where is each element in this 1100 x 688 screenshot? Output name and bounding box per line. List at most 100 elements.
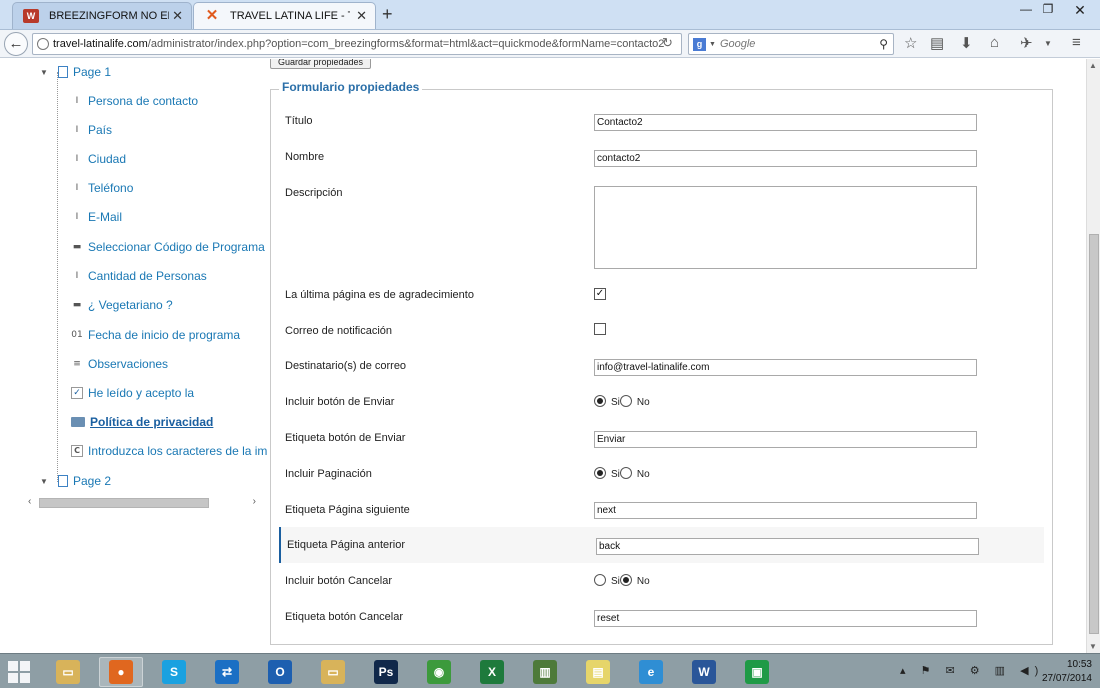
pagina-siguiente-input[interactable] xyxy=(594,502,977,519)
correo-notificacion-checkbox[interactable] xyxy=(594,323,606,335)
scroll-right-arrow-icon[interactable]: › xyxy=(253,496,256,507)
pagina-anterior-label: Etiqueta Página anterior xyxy=(287,539,406,551)
etiqueta-cancelar-input[interactable] xyxy=(594,610,977,627)
incluir-cancelar-si-radio[interactable] xyxy=(594,574,606,586)
reload-icon[interactable]: ↻ xyxy=(662,35,673,51)
taskbar-charts-app-icon[interactable]: ▥ xyxy=(523,657,567,687)
incluir-cancelar-label: Incluir botón Cancelar xyxy=(285,575,393,587)
taskbar-internet-explorer-icon[interactable]: e xyxy=(629,657,673,687)
tree-item[interactable]: ✓ He leído y acepto la xyxy=(71,386,194,400)
home-icon[interactable]: ⌂ xyxy=(990,34,999,51)
search-icon[interactable]: ⚲ xyxy=(879,37,888,51)
destinatarios-input[interactable] xyxy=(594,359,977,376)
ultima-pagina-checkbox[interactable]: ✓ xyxy=(594,288,606,300)
folder-icon: ▭ xyxy=(321,660,345,684)
tree-item[interactable]: ▬ ¿ Vegetariano ? xyxy=(71,298,173,312)
descripcion-textarea[interactable] xyxy=(594,186,977,269)
windows-start-icon[interactable] xyxy=(8,661,30,683)
save-properties-button[interactable]: Guardar propiedades xyxy=(270,59,372,69)
tree-page-2[interactable]: ▼ Page 2 xyxy=(40,474,111,488)
tree-item[interactable]: ≡ Observaciones xyxy=(71,357,168,371)
maximize-window-icon[interactable]: ❐ xyxy=(1034,2,1062,16)
scroll-thumb[interactable] xyxy=(39,498,209,508)
taskbar-word-icon[interactable]: W xyxy=(682,657,726,687)
taskbar-file-explorer-icon[interactable]: ▭ xyxy=(46,657,90,687)
tree-item-label: Persona de contacto xyxy=(88,94,199,108)
scroll-up-arrow-icon[interactable]: ▲ xyxy=(1089,61,1097,70)
back-arrow-icon[interactable]: ← xyxy=(4,32,28,56)
menu-icon[interactable]: ≡ xyxy=(1072,34,1081,51)
tab-breezingform[interactable]: W BREEZINGFORM NO ENVIA... ✕ xyxy=(12,2,192,29)
close-tab-icon[interactable]: ✕ xyxy=(172,8,183,24)
taskbar-sticky-notes-icon[interactable]: ▤ xyxy=(576,657,620,687)
incluir-enviar-no-radio[interactable] xyxy=(619,395,632,407)
taskbar-excel-icon[interactable]: X xyxy=(470,657,514,687)
tree-page-1[interactable]: ▼ Page 1 xyxy=(40,65,111,79)
system-tray-icons[interactable]: ▴ ⚑ ✉ ⚙ ▥ ◀) xyxy=(900,664,1044,677)
tree-item-selected[interactable]: Política de privacidad xyxy=(71,415,213,429)
tree-item[interactable]: I País xyxy=(71,123,112,137)
tree-item-label: He leído y acepto la xyxy=(88,386,195,400)
incluir-cancelar-no-radio[interactable] xyxy=(619,574,632,586)
close-tab-icon[interactable]: ✕ xyxy=(356,8,367,24)
row-ultima-pagina: La última página es de agradecimiento ✓ xyxy=(279,283,1044,319)
taskbar-store-icon[interactable]: ▣ xyxy=(735,657,779,687)
taskbar-skype-icon[interactable]: S xyxy=(152,657,196,687)
titulo-label: Título xyxy=(285,115,313,127)
tree-horizontal-scrollbar[interactable]: ‹ › xyxy=(28,496,256,510)
taskbar-chrome-icon[interactable]: ◉ xyxy=(417,657,461,687)
etiqueta-enviar-input[interactable] xyxy=(594,431,977,448)
scroll-left-arrow-icon[interactable]: ‹ xyxy=(28,496,31,507)
clock[interactable]: 10:53 27/07/2014 xyxy=(1030,658,1092,686)
incluir-paginacion-no-radio[interactable] xyxy=(619,467,632,479)
tree-item[interactable]: I Teléfono xyxy=(71,181,134,195)
row-pagina-anterior: Etiqueta Página anterior xyxy=(279,527,1044,563)
incluir-paginacion-si-radio[interactable] xyxy=(594,467,606,479)
search-bar[interactable]: g ▼ ⚲ xyxy=(688,33,894,55)
taskbar-photoshop-icon[interactable]: Ps xyxy=(364,657,408,687)
close-window-icon[interactable]: ✕ xyxy=(1066,2,1094,19)
row-correo-notificacion: Correo de notificación xyxy=(279,319,1044,355)
incluir-enviar-label: Incluir botón de Enviar xyxy=(285,396,395,408)
bookmarks-library-icon[interactable]: ▤ xyxy=(930,34,944,52)
titulo-input[interactable] xyxy=(594,114,977,131)
tree-item-label: Política de privacidad xyxy=(90,415,214,429)
tree-item[interactable]: I Ciudad xyxy=(71,152,126,166)
google-icon[interactable]: g xyxy=(693,37,706,51)
taskbar-folder-icon[interactable]: ▭ xyxy=(311,657,355,687)
tree-item[interactable]: C Introduzca los caracteres de la im xyxy=(71,444,267,458)
select-list-icon: ▬ xyxy=(72,242,82,252)
address-bar[interactable]: travel-latinalife.com/administrator/inde… xyxy=(32,33,682,55)
incluir-enviar-si-radio[interactable] xyxy=(594,395,606,407)
word-icon: W xyxy=(692,660,716,684)
pagina-anterior-input[interactable] xyxy=(596,538,979,555)
row-titulo: Título xyxy=(279,111,1044,147)
tab-travel-latina-life[interactable]: ✕ TRAVEL LATINA LIFE - TO... ✕ xyxy=(193,2,376,29)
extension-icon[interactable]: ✈ xyxy=(1020,34,1033,52)
new-tab-button[interactable]: + xyxy=(382,4,393,25)
tree-item[interactable]: I Persona de contacto xyxy=(71,94,198,108)
scroll-thumb[interactable] xyxy=(1089,234,1099,634)
text-field-icon: I xyxy=(75,125,79,135)
page-vertical-scrollbar[interactable]: ▲ ▼ xyxy=(1086,59,1100,653)
tree-item[interactable]: 01 Fecha de inicio de programa xyxy=(71,328,240,342)
collapse-arrow-icon[interactable]: ▼ xyxy=(40,477,50,486)
chevron-down-icon[interactable]: ▼ xyxy=(1044,39,1052,48)
bookmark-star-icon[interactable]: ☆ xyxy=(904,34,917,52)
tree-item[interactable]: ▬ Seleccionar Código de Programa xyxy=(71,240,265,254)
collapse-arrow-icon[interactable]: ▼ xyxy=(40,68,50,77)
row-nombre: Nombre xyxy=(279,147,1044,183)
tree-item[interactable]: I E-Mail xyxy=(71,210,122,224)
nombre-input[interactable] xyxy=(594,150,977,167)
taskbar-outlook-icon[interactable]: O xyxy=(258,657,302,687)
url-host: travel-latinalife.com xyxy=(53,38,148,50)
taskbar-firefox-icon[interactable]: ● xyxy=(99,657,143,687)
tree-item[interactable]: I Cantidad de Personas xyxy=(71,269,207,283)
chevron-down-icon[interactable]: ▼ xyxy=(709,41,716,48)
scroll-down-arrow-icon[interactable]: ▼ xyxy=(1089,642,1097,651)
ultima-pagina-label: La última página es de agradecimiento xyxy=(285,289,474,301)
download-icon[interactable]: ⬇ xyxy=(960,34,973,52)
taskbar-teamviewer-icon[interactable]: ⇄ xyxy=(205,657,249,687)
page-icon xyxy=(58,66,68,78)
search-input[interactable] xyxy=(719,38,870,50)
